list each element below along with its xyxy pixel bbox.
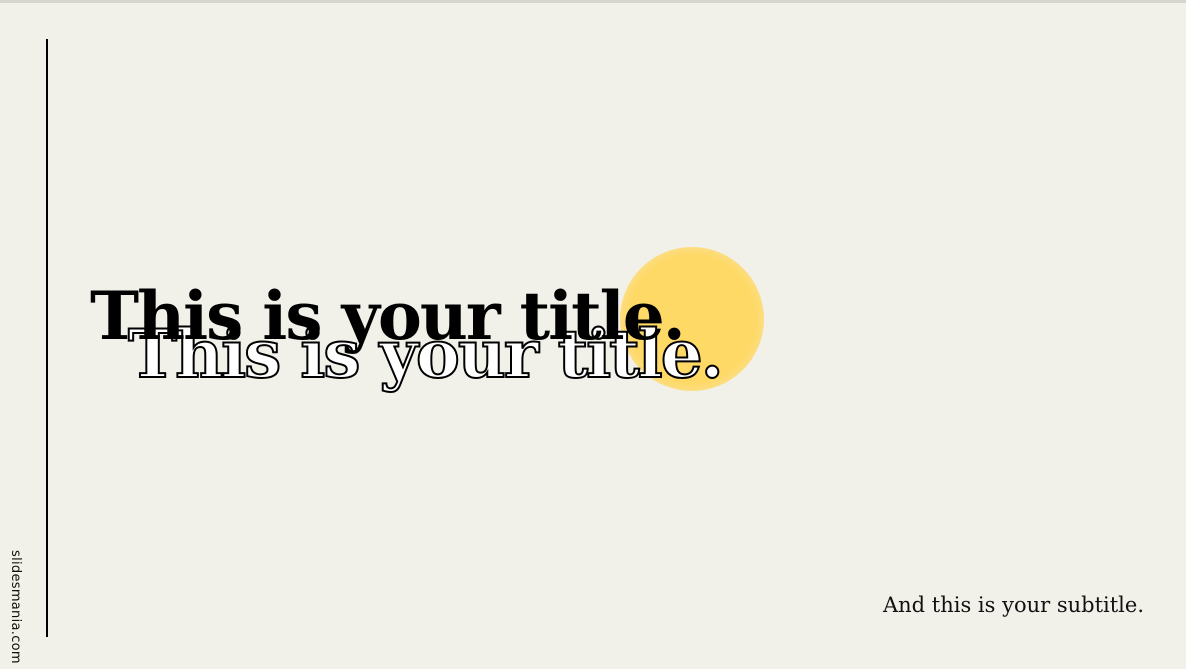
brand-watermark: slidesmania.com [8, 550, 23, 664]
slide-canvas: slidesmania.com This is your title. This… [0, 3, 1186, 669]
slide-title[interactable]: This is your title. [90, 283, 686, 349]
vertical-divider [46, 39, 48, 637]
slide-subtitle[interactable]: And this is your subtitle. [883, 595, 1144, 616]
